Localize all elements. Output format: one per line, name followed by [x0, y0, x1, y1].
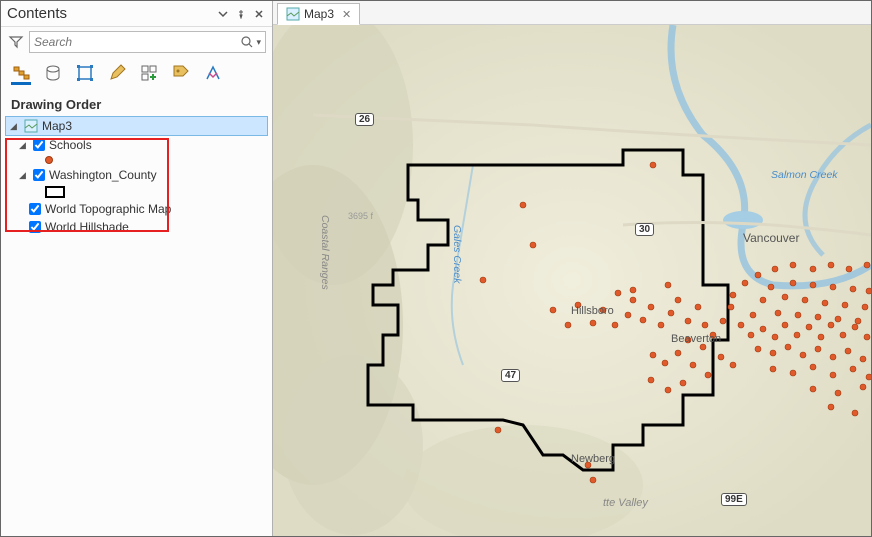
- layer-checkbox[interactable]: [29, 221, 41, 233]
- layer-label: World Topographic Map: [45, 202, 171, 216]
- map-icon: [286, 7, 300, 21]
- tab-strip: Map3 ✕: [273, 1, 871, 25]
- pin-icon[interactable]: [234, 7, 248, 21]
- contents-pane: Contents ▾: [1, 1, 273, 536]
- search-box[interactable]: ▾: [29, 31, 266, 53]
- close-icon[interactable]: [252, 7, 266, 21]
- layer-label: Washington_County: [49, 168, 157, 182]
- route-badge-99e: 99E: [721, 493, 747, 506]
- layer-checkbox[interactable]: [33, 169, 45, 181]
- water-label-salmon-creek: Salmon Creek: [771, 169, 838, 181]
- contents-header: Contents: [1, 1, 272, 27]
- contents-toolbar: [1, 57, 272, 91]
- city-label-vancouver: Vancouver: [743, 231, 799, 245]
- list-by-snapping-icon[interactable]: [139, 63, 159, 85]
- expand-icon[interactable]: ◢: [19, 170, 29, 181]
- map-icon: [24, 119, 38, 133]
- list-by-labeling-icon[interactable]: [171, 63, 191, 85]
- map-pane: Map3 ✕: [273, 1, 871, 536]
- search-input[interactable]: [34, 35, 240, 49]
- layer-checkbox[interactable]: [29, 203, 41, 215]
- drawing-order-heading: Drawing Order: [1, 91, 272, 116]
- layer-label: Schools: [49, 138, 92, 152]
- route-badge-30: 30: [635, 223, 654, 236]
- list-by-perception-icon[interactable]: [203, 63, 223, 85]
- tab-map[interactable]: Map3 ✕: [277, 3, 360, 25]
- water-label-gales-creek: Gales Creek: [451, 225, 463, 283]
- layer-symbol-row: [5, 154, 268, 166]
- layer-checkbox[interactable]: [33, 139, 45, 151]
- contents-title: Contents: [7, 5, 212, 22]
- tab-label: Map3: [304, 7, 334, 21]
- tab-close-icon[interactable]: ✕: [342, 8, 351, 21]
- terrain-label-coastal: Coastal Ranges: [319, 215, 331, 290]
- city-label-beaverton: Beaverton: [671, 333, 721, 345]
- layer-label: World Hillshade: [45, 220, 129, 234]
- city-label-newberg: Newberg: [571, 453, 615, 465]
- chevron-down-icon[interactable]: [216, 7, 230, 21]
- expand-icon[interactable]: ◢: [19, 140, 29, 151]
- expand-icon[interactable]: ◢: [10, 121, 20, 132]
- route-badge-26: 26: [355, 113, 374, 126]
- search-row: ▾: [1, 27, 272, 57]
- map-view[interactable]: Vancouver Hillsboro Beaverton Newberg Sa…: [273, 25, 871, 536]
- list-by-source-icon[interactable]: [43, 63, 63, 85]
- list-by-editing-icon[interactable]: [107, 63, 127, 85]
- map-node-label: Map3: [42, 119, 72, 133]
- layer-row[interactable]: World Hillshade: [5, 218, 268, 236]
- list-by-drawing-order-icon[interactable]: [11, 63, 31, 85]
- list-by-selection-icon[interactable]: [75, 63, 95, 85]
- point-symbol-icon: [45, 156, 53, 164]
- layer-symbol-row: [5, 184, 268, 200]
- route-badge-47: 47: [501, 369, 520, 382]
- terrain-label-valley: tte Valley: [603, 497, 648, 509]
- layer-row[interactable]: World Topographic Map: [5, 200, 268, 218]
- elevation-label: 3695 f: [348, 211, 373, 221]
- city-label-hillsboro: Hillsboro: [571, 305, 614, 317]
- search-icon[interactable]: [240, 35, 254, 49]
- layer-row[interactable]: ◢ Washington_County: [5, 166, 268, 184]
- layer-row[interactable]: ◢ Schools: [5, 136, 268, 154]
- map-node[interactable]: ◢ Map3: [5, 116, 268, 136]
- layer-tree: ◢ Map3 ◢ Schools ◢ Washington_County: [1, 116, 272, 236]
- polygon-symbol-icon: [45, 186, 65, 198]
- search-chevron-icon[interactable]: ▾: [256, 37, 261, 48]
- filter-icon[interactable]: [7, 33, 25, 51]
